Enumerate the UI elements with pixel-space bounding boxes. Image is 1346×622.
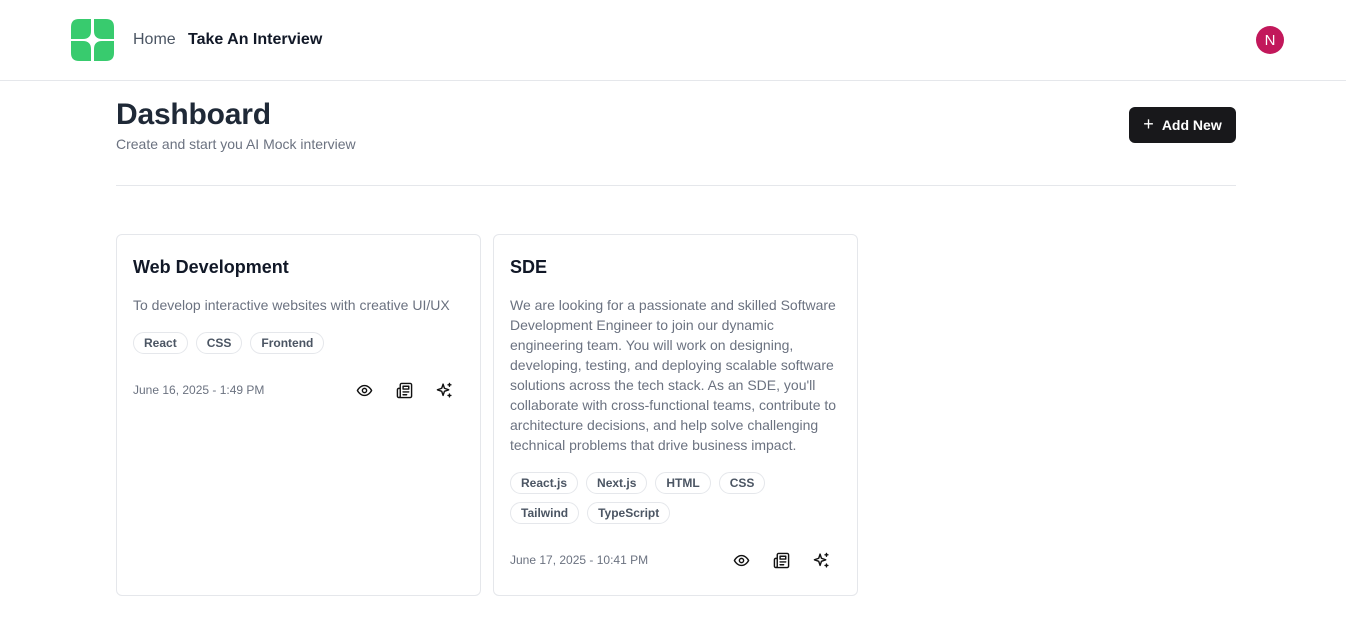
sparkles-icon	[436, 382, 452, 398]
card-description: To develop interactive websites with cre…	[133, 297, 450, 313]
card-description: We are looking for a passionate and skil…	[510, 297, 837, 453]
tag-chip: Tailwind	[510, 502, 580, 524]
eye-icon	[733, 554, 749, 566]
tag-chip: React.js	[510, 472, 579, 494]
sparkles-icon	[813, 552, 829, 568]
tag-chip: TypeScript	[587, 502, 671, 524]
header-divider	[116, 185, 1236, 186]
add-new-button[interactable]: + Add New	[1129, 107, 1236, 143]
card-tags: React.js Next.js HTML CSS Tailwind TypeS…	[510, 472, 840, 524]
tag-chip: CSS	[718, 472, 766, 494]
plus-icon: +	[1143, 114, 1154, 134]
nav-link-take-interview[interactable]: Take An Interview	[188, 31, 322, 49]
tag-chip: CSS	[195, 332, 243, 354]
page-title: Dashboard	[116, 98, 271, 131]
start-interview-button[interactable]	[432, 378, 456, 402]
nav-link-home[interactable]: Home	[133, 31, 176, 49]
card-date: June 17, 2025 - 10:41 PM	[510, 553, 649, 567]
card-date: June 16, 2025 - 1:49 PM	[133, 383, 265, 397]
interview-card: SDE We are looking for a passionate and …	[493, 234, 858, 596]
tag-chip: HTML	[655, 472, 711, 494]
feedback-button[interactable]	[769, 548, 793, 572]
interview-card: Web Development To develop interactive w…	[116, 234, 481, 596]
card-title: SDE	[510, 257, 548, 277]
feedback-button[interactable]	[392, 378, 416, 402]
card-tags: React CSS Frontend	[133, 332, 463, 354]
add-new-label: Add New	[1161, 117, 1222, 133]
user-avatar[interactable]: N	[1256, 26, 1284, 54]
page-subtitle: Create and start you AI Mock interview	[116, 136, 356, 152]
newspaper-icon	[396, 382, 412, 398]
start-interview-button[interactable]	[809, 548, 833, 572]
view-button[interactable]	[729, 548, 753, 572]
avatar-initial: N	[1264, 31, 1276, 49]
newspaper-icon	[773, 552, 789, 568]
logo-icon[interactable]	[69, 17, 116, 63]
eye-icon	[356, 384, 372, 396]
tag-chip: Frontend	[250, 332, 325, 354]
tag-chip: React	[133, 332, 188, 354]
top-navbar: Home Take An Interview N	[0, 0, 1346, 81]
card-title: Web Development	[133, 257, 289, 277]
tag-chip: Next.js	[586, 472, 648, 494]
view-button[interactable]	[352, 378, 376, 402]
